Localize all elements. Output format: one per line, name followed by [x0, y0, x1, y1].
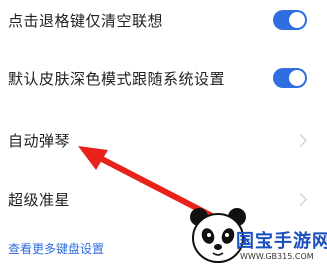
watermark-url: WWW.GB315.COM [240, 252, 314, 261]
settings-screen: 点击退格键仅清空联想 默认皮肤深色模式跟随系统设置 自动弹琴 超级准星 查看更多… [0, 0, 327, 270]
watermark-brand: 国宝手游网 [236, 231, 327, 252]
